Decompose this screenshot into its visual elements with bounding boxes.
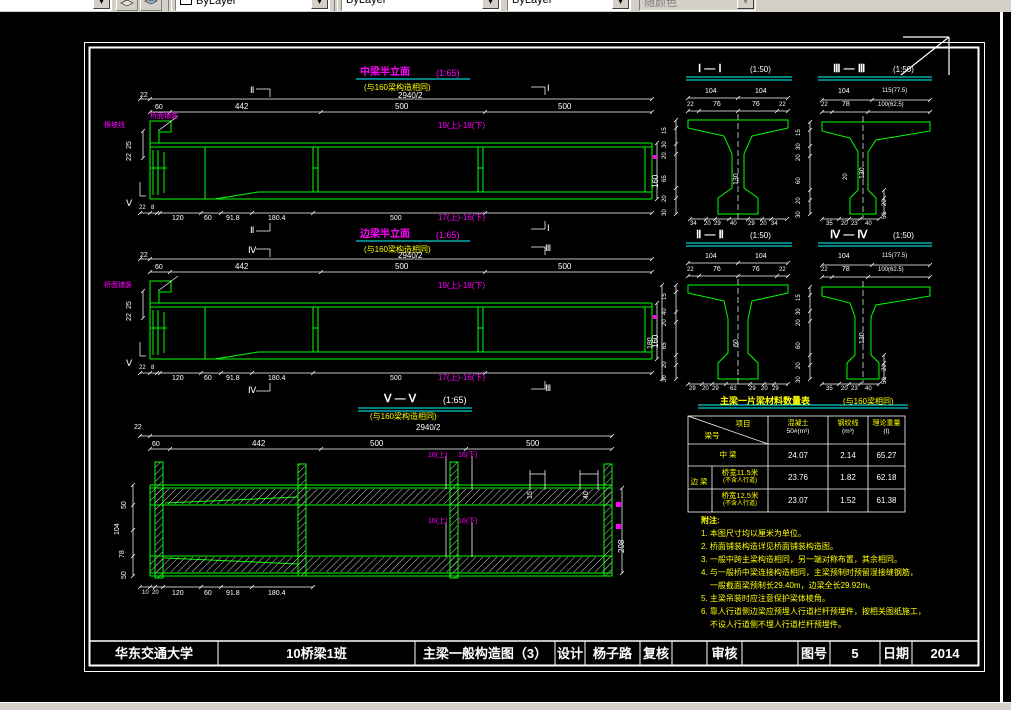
titleblock-review-label: 审核 — [711, 646, 738, 661]
color-value: ByLayer — [196, 0, 237, 7]
table-row: 桥宽11.5米 (不含人行道) — [712, 468, 768, 485]
color-swatch-icon — [180, 0, 192, 5]
table-cell: 62.18 — [876, 473, 897, 482]
toolbar-separator — [334, 0, 338, 11]
titleblock-date-label: 日期 — [882, 646, 909, 661]
col-label: 钢绞线 — [837, 420, 859, 427]
note-line: 3. 一般中跨主梁构造相同，另一端对称布置，其余相同。 — [701, 555, 902, 564]
note-line: 6. 靠人行道侧边梁应预埋人行道栏杆预埋件，按相关图纸施工， — [701, 607, 926, 616]
status-bar — [0, 702, 1011, 710]
table-cell: 61.38 — [876, 496, 897, 505]
table-header-beam: 梁号 — [704, 431, 720, 440]
toolbar-separator — [168, 0, 172, 11]
titleblock-team: 10桥梁1班 — [286, 646, 347, 661]
notes-heading: 附注: — [701, 516, 720, 525]
table-header-item: 项目 — [735, 419, 751, 428]
table-cell: 24.07 — [787, 451, 809, 460]
notes-block: 附注: 1. 本图尺寸均以厘米为单位。 2. 桥面铺装构造详见桥面铺装构造图。 … — [701, 514, 966, 631]
window-edge — [1000, 12, 1003, 702]
row-label: 桥宽12.5米 — [721, 491, 759, 500]
col-unit: 50#(m³) — [786, 428, 810, 436]
table-cell: 23.07 — [787, 496, 809, 505]
table-col-concrete: 混凝土 50#(m³) — [768, 420, 828, 436]
rebar-marks — [616, 155, 657, 529]
titleblock-date: 2014 — [930, 646, 960, 661]
row-label: 桥宽11.5米 — [721, 468, 759, 477]
col-unit: (m³) — [842, 428, 854, 436]
color-dropdown[interactable]: ByLayer ▾ — [175, 0, 330, 11]
layers-icon — [144, 0, 158, 4]
make-object-layer-current-button[interactable] — [116, 0, 138, 11]
layer-dropdown[interactable]: ▾ — [0, 0, 112, 11]
titleblock-drawing-title: 主梁一般构造图（3） — [422, 646, 548, 661]
col-label: 理论重量 — [872, 420, 901, 427]
chevron-down-icon[interactable]: ▾ — [311, 0, 328, 9]
table-cell: 2.14 — [840, 451, 856, 460]
table-cell: 65.27 — [876, 451, 897, 460]
plot-style-dropdown: 随颜色 ▾ — [639, 0, 756, 11]
titleblock-design-label: 设计 — [556, 646, 583, 661]
table-row: 中 梁 — [719, 450, 737, 459]
col-unit: (t) — [883, 428, 890, 436]
centerlines — [737, 114, 864, 384]
row-note: (不含人行道) — [723, 500, 757, 507]
note-line: 不设人行道侧不埋人行道栏杆预埋件。 — [701, 620, 846, 629]
note-line: 2. 桥面铺装构造详见桥面铺装构造图。 — [701, 542, 838, 551]
table-col-strand: 钢绞线 (m³) — [828, 420, 868, 436]
autocad-window: ▾ ByLayer ▾ ByLayer ▾ ByLayer ▾ 随颜色 ▾ 中梁… — [0, 0, 1011, 710]
make-layer-current-icon — [120, 0, 134, 6]
titleblock-sheet-no: 5 — [851, 646, 859, 661]
lineweight-dropdown[interactable]: ByLayer ▾ — [507, 0, 631, 11]
linetype-dropdown[interactable]: ByLayer ▾ — [341, 0, 501, 11]
chevron-down-icon[interactable]: ▾ — [612, 0, 629, 9]
row-note: (不含人行道) — [723, 477, 757, 484]
table-cell: 1.82 — [840, 473, 856, 482]
table-row: 桥宽12.5米 (不含人行道) — [712, 491, 768, 508]
note-line: 一般截面梁预制长29.40m，边梁全长29.92m。 — [701, 581, 876, 590]
titleblock-sheet-label: 图号 — [800, 646, 827, 661]
note-line: 4. 与一般桥中梁连接构造相同，主梁预制时预留湿接缝钢筋， — [701, 568, 918, 577]
titleblock-proof-label: 复核 — [642, 646, 669, 661]
girder-outlines — [149, 119, 931, 579]
chevron-down-icon[interactable]: ▾ — [93, 0, 110, 9]
note-line: 1. 本图尺寸均以厘米为单位。 — [701, 529, 806, 538]
titleblock-org: 华东交通大学 — [114, 646, 193, 661]
object-properties-toolbar: ▾ ByLayer ▾ ByLayer ▾ ByLayer ▾ 随颜色 ▾ — [0, 0, 1011, 12]
plot-style-value: 随颜色 — [644, 0, 677, 9]
titleblock-designer: 杨子路 — [592, 646, 632, 661]
table-cell: 23.76 — [787, 473, 809, 482]
linetype-value: ByLayer — [346, 0, 387, 6]
note-line: 5. 主梁吊装时应注意保护梁体棱角。 — [701, 594, 830, 603]
table-row-group: 边 梁 — [690, 477, 708, 486]
table-cell: 1.52 — [840, 496, 856, 505]
title-underlines — [356, 76, 932, 412]
table-col-weight: 理论重量 (t) — [868, 420, 905, 436]
chevron-down-icon: ▾ — [737, 0, 754, 9]
chevron-down-icon[interactable]: ▾ — [482, 0, 499, 9]
col-label: 混凝土 — [787, 420, 809, 427]
layer-previous-button[interactable] — [140, 0, 162, 11]
lineweight-value: ByLayer — [512, 0, 553, 6]
